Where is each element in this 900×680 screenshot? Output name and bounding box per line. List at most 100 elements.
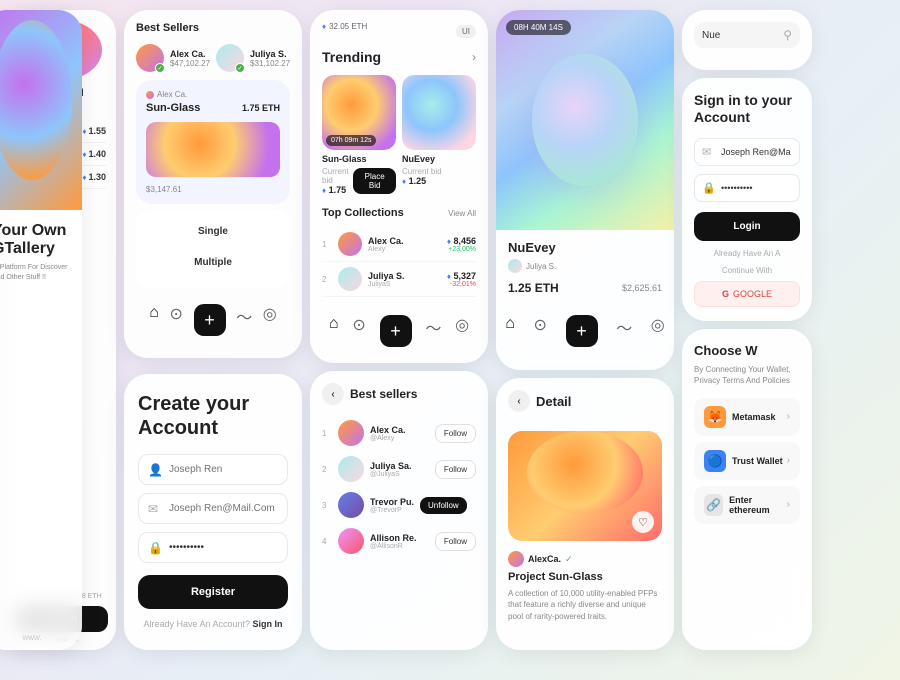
heart-button[interactable]: ♡	[632, 511, 654, 533]
diamond-icon-bid1: ♦	[322, 186, 326, 195]
bs-item-4: 4 Allison Re. @AllisonR Follow	[322, 523, 476, 559]
promo-title: Your Own GTallery	[0, 222, 72, 257]
follow-button-4[interactable]: Follow	[435, 532, 476, 551]
trending-bid-info-2: Current bid ♦ 1.25	[402, 167, 442, 186]
bs-avatar-2	[338, 456, 364, 482]
choose-wallet-panel: Choose W By Connecting Your Wallet, Priv…	[682, 329, 812, 650]
featured-nft-footer: $3,147.61	[146, 185, 280, 194]
view-all-link[interactable]: View All	[448, 209, 476, 218]
login-password-wrapper: 🔒	[694, 174, 800, 202]
seller-info-2: Juliya S. $31,102.27	[250, 49, 290, 68]
stats-nav-icon[interactable]: 〜	[236, 304, 252, 336]
trust-wallet-icon: 🔵	[704, 450, 726, 472]
add-btn-p4[interactable]: +	[566, 315, 598, 347]
nuevey-orb	[532, 54, 639, 186]
detail-author-avatar	[508, 551, 524, 567]
nuevey-price-usd: $2,625.61	[622, 283, 662, 293]
bs-info-3: Trevor Pu. @TrevorP	[370, 497, 414, 514]
choice-section: Single Multiple	[136, 210, 290, 288]
detail-nft-artwork: ♡	[508, 431, 662, 541]
bs-handle-3: @TrevorP	[370, 507, 414, 514]
metamask-icon: 🦊	[704, 406, 726, 428]
trending-card-info-1: Sun-Glass Current bid ♦ 1.75 Place Bid	[322, 150, 396, 197]
trending-header: Trending ›	[322, 49, 476, 65]
panel-3-container: ♦ 32.05 ETH UI Trending › 07h 09m 12s Su…	[310, 10, 488, 650]
choose-wallet-title: Choose W	[694, 343, 800, 358]
author-avatar	[508, 259, 522, 273]
bid-price-1: ♦ 1.75	[322, 185, 353, 195]
trust-wallet-name: Trust Wallet	[732, 456, 783, 466]
follow-button-2[interactable]: Follow	[435, 460, 476, 479]
search-icon: ⚲	[783, 28, 792, 42]
trending-panel: ♦ 32.05 ETH UI Trending › 07h 09m 12s Su…	[310, 10, 488, 363]
user-icon: 👤	[148, 463, 163, 477]
bs-info-2: Juliya Sa. @JuliyaS	[370, 461, 412, 478]
coll-name-1: Alex Ca.	[368, 236, 404, 246]
multiple-button[interactable]: Multiple	[144, 249, 282, 276]
register-button[interactable]: Register	[138, 575, 288, 609]
search-nav-icon[interactable]: ⊙	[170, 304, 183, 336]
coll-price-2: ♦ 5,327	[447, 271, 476, 281]
nuevey-price-eth: 1.25 ETH	[508, 281, 559, 295]
top-collections-title: Top Collections	[322, 207, 404, 219]
trust-wallet-option[interactable]: 🔵 Trust Wallet ›	[694, 442, 800, 480]
password-input-wrapper: 🔒	[138, 532, 288, 563]
trending-arrow[interactable]: ›	[472, 50, 476, 64]
featured-nft-card: Alex Ca. Sun-Glass 1.75 ETH $3,147.61	[136, 80, 290, 204]
bs-name-3: Trevor Pu.	[370, 497, 414, 507]
panel-5-container: ⚲ Sign in to yourAccount ✉ 🔒 Login Alrea…	[682, 10, 812, 650]
stats-icon-p3[interactable]: 〜	[425, 315, 441, 347]
bs-avatar-4	[338, 528, 364, 554]
back-button-bs[interactable]: ‹	[322, 383, 344, 405]
bid-label-1: Current bid	[322, 167, 353, 185]
metamask-option[interactable]: 🦊 Metamask ›	[694, 398, 800, 436]
home-icon-p3[interactable]: ⌂	[329, 315, 339, 347]
place-bid-button-1[interactable]: Place Bid	[353, 168, 396, 194]
profile-nav-icon[interactable]: ◎	[263, 304, 277, 336]
detail-back-button[interactable]: ‹	[508, 390, 530, 412]
search-input[interactable]	[702, 30, 778, 41]
unfollow-button-3[interactable]: Unfollow	[420, 497, 467, 514]
bs-handle-4: @AllisonR	[370, 543, 417, 550]
coll-name-2: Juliya S.	[368, 271, 405, 281]
featured-nft-name: Sun-Glass	[146, 102, 200, 114]
sign-in-link[interactable]: Sign In	[253, 619, 283, 629]
email-input[interactable]	[138, 493, 288, 524]
single-button[interactable]: Single	[144, 218, 282, 245]
add-btn-p3[interactable]: +	[380, 315, 412, 347]
bs-item-2: 2 Juliya Sa. @JuliyaS Follow	[322, 451, 476, 487]
home-nav-icon[interactable]: ⌂	[149, 304, 159, 336]
stats-icon-p4[interactable]: 〜	[616, 315, 632, 347]
promo-artwork	[0, 10, 82, 210]
panel-4-container: 08H 40M 14S NuEvey Juliya S. 1.25 ETH $2…	[496, 10, 674, 650]
search-icon-p4[interactable]: ⊙	[534, 315, 547, 347]
nuevey-author: Juliya S.	[526, 262, 556, 271]
trending-card-2: NuEvey Current bid ♦ 1.25	[402, 75, 476, 197]
add-nav-button[interactable]: +	[194, 304, 226, 336]
login-button[interactable]: Login	[694, 212, 800, 241]
diamond-icon-bid2: ♦	[402, 177, 406, 186]
detail-description: A collection of 10,000 utility-enabled P…	[508, 588, 662, 622]
home-icon-p4[interactable]: ⌂	[505, 315, 515, 347]
seller-name-2: Juliya S.	[250, 49, 290, 59]
metamask-chevron: ›	[787, 411, 790, 422]
ethereum-left: 🔗 Enter ethereum	[704, 494, 787, 516]
coll-price-col-2: ♦ 5,327 -32,01%	[447, 271, 476, 288]
search-icon-p3[interactable]: ⊙	[352, 315, 365, 347]
follow-button-1[interactable]: Follow	[435, 424, 476, 443]
profile-icon-p4[interactable]: ◎	[651, 315, 665, 347]
panel-2-container: Best Sellers ✓ Alex Ca. $47,102.27 ✓ Jul…	[124, 10, 302, 650]
profile-icon-p3[interactable]: ◎	[455, 315, 469, 347]
nft-author-tag: Alex Ca.	[146, 90, 280, 99]
google-button[interactable]: G GOOGLE	[694, 281, 800, 307]
featured-nft-usd: $3,147.61	[146, 185, 182, 194]
coll-user-2: JuliyaS	[368, 281, 405, 288]
continue-with-text: Continue With	[694, 266, 800, 275]
ethereum-option[interactable]: 🔗 Enter ethereum ›	[694, 486, 800, 524]
detail-title: Detail	[536, 394, 571, 409]
nuevey-author-row: Juliya S.	[508, 259, 662, 273]
bs-name-1: Alex Ca.	[370, 425, 406, 435]
seller-avatar-1: ✓	[136, 44, 164, 72]
bid-price-2: ♦ 1.25	[402, 176, 442, 186]
coll-price-col-1: ♦ 8,456 +23,00%	[447, 236, 476, 253]
